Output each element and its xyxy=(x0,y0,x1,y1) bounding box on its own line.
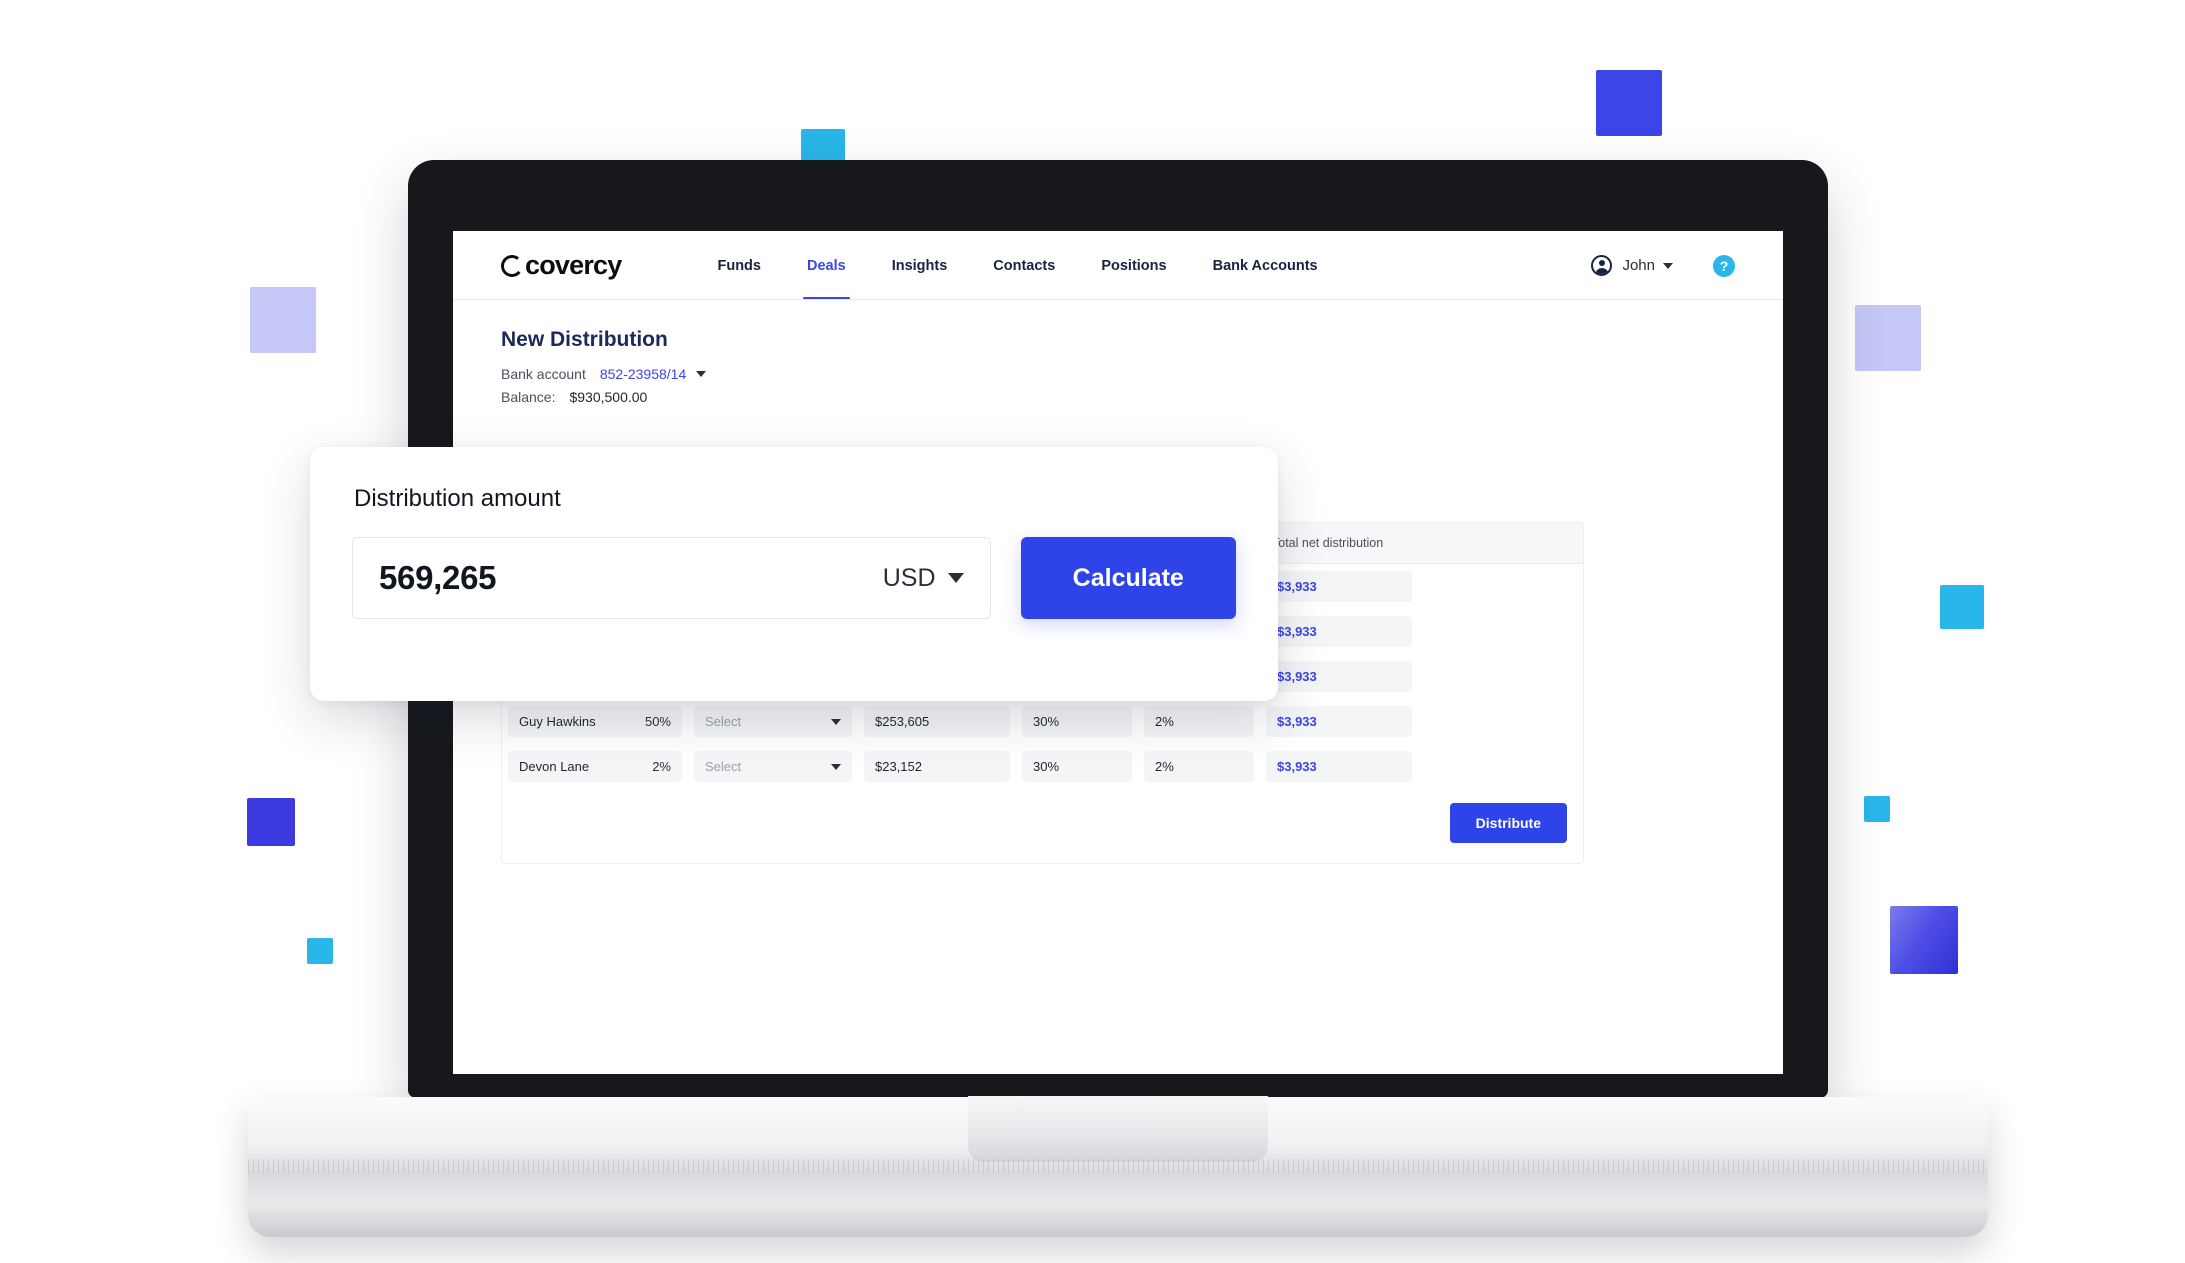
chevron-down-icon xyxy=(947,573,964,583)
currency-value: USD xyxy=(882,563,936,592)
app-header: covercy Funds Deals Insights Contacts Po… xyxy=(453,231,1783,300)
pref-percent-field[interactable]: 30% xyxy=(1022,706,1132,737)
cell-select: Select xyxy=(688,751,858,782)
logo-mark-icon xyxy=(499,253,525,278)
select-value: Select xyxy=(705,759,742,774)
cell-total: $3,933 xyxy=(1260,706,1418,737)
gp-promote-field[interactable]: 2% xyxy=(1144,706,1254,737)
cell-total: $3,933 xyxy=(1260,661,1418,692)
nav-item-bank-accounts[interactable]: Bank Accounts xyxy=(1213,231,1318,300)
laptop-base-notch xyxy=(968,1096,1268,1162)
name-field[interactable]: Devon Lane 2% xyxy=(508,751,682,782)
investor-name: Devon Lane xyxy=(519,759,590,774)
total-value: $3,933 xyxy=(1277,669,1317,684)
amount-field[interactable]: $23,152 xyxy=(864,751,1010,782)
header-right-actions: John ? xyxy=(1591,254,1735,277)
select-value: Select xyxy=(705,714,742,729)
total-value: $3,933 xyxy=(1277,579,1317,594)
page-title: New Distribution xyxy=(501,328,668,351)
chevron-down-icon xyxy=(831,718,841,725)
nav-item-funds[interactable]: Funds xyxy=(717,231,761,300)
total-field: $3,933 xyxy=(1266,661,1412,692)
distribution-amount-modal: Distribution amount 569,265 USD Calculat… xyxy=(310,447,1278,701)
total-field: $3,933 xyxy=(1266,616,1412,647)
currency-dropdown[interactable]: USD xyxy=(883,564,964,593)
help-icon[interactable]: ? xyxy=(1713,254,1735,277)
cell-name: Guy Hawkins 50% xyxy=(502,706,688,737)
bank-account-label: Bank account xyxy=(501,366,586,382)
nav-item-insights[interactable]: Insights xyxy=(892,231,948,300)
covercy-logo[interactable]: covercy xyxy=(499,250,622,281)
table-row: Devon Lane 2% Select $23,152 30% 2% $3,9… xyxy=(502,744,1583,789)
bank-account-value[interactable]: 852-23958/14 xyxy=(600,366,686,382)
pref-percent-value: 30% xyxy=(1033,714,1060,729)
pref-percent-value: 30% xyxy=(1033,759,1060,774)
cell-amount: $253,605 xyxy=(858,706,1016,737)
investor-percent: 2% xyxy=(652,759,671,774)
cell-amount: $23,152 xyxy=(858,751,1016,782)
nav-item-positions[interactable]: Positions xyxy=(1101,231,1166,300)
chevron-down-icon xyxy=(831,763,841,770)
total-field: $3,933 xyxy=(1266,571,1412,602)
cell-total: $3,933 xyxy=(1260,751,1418,782)
calculate-button[interactable]: Calculate xyxy=(1020,537,1236,619)
logo-text: covercy xyxy=(525,250,622,280)
gp-promote-value: 2% xyxy=(1155,759,1174,774)
distribute-button[interactable]: Distribute xyxy=(1449,803,1567,843)
select-dropdown[interactable]: Select xyxy=(694,706,852,737)
balance-row: Balance: $930,500.00 xyxy=(501,389,1735,405)
investor-percent: 50% xyxy=(644,714,671,729)
total-field: $3,933 xyxy=(1266,706,1412,737)
select-dropdown[interactable]: Select xyxy=(694,751,852,782)
laptop-base-lip xyxy=(248,1159,1988,1173)
balance-value: $930,500.00 xyxy=(569,389,648,405)
chevron-down-icon xyxy=(1663,262,1673,269)
amount-input-value: 569,265 xyxy=(379,559,497,596)
table-footer: Distribute xyxy=(502,789,1583,863)
gp-promote-field[interactable]: 2% xyxy=(1144,751,1254,782)
gp-promote-value: 2% xyxy=(1155,714,1174,729)
main-navigation: Funds Deals Insights Contacts Positions … xyxy=(717,231,1363,300)
nav-item-deals[interactable]: Deals xyxy=(803,231,850,300)
avatar-icon xyxy=(1591,255,1613,276)
cell-pref-percent: 30% xyxy=(1016,706,1138,737)
amount-value: $23,152 xyxy=(875,759,922,774)
total-field: $3,933 xyxy=(1266,751,1412,782)
bank-account-row: Bank account 852-23958/14 xyxy=(501,366,1735,382)
bank-account-chevron-down-icon[interactable] xyxy=(696,371,707,377)
table-row: Guy Hawkins 50% Select $253,605 30% 2% $… xyxy=(502,699,1583,744)
user-menu[interactable]: John xyxy=(1591,255,1673,276)
nav-item-contacts[interactable]: Contacts xyxy=(993,231,1055,300)
column-header-total: Total net distribution xyxy=(1272,536,1384,550)
cell-pref-percent: 30% xyxy=(1016,751,1138,782)
total-value: $3,933 xyxy=(1277,759,1317,774)
investor-name: Guy Hawkins xyxy=(519,714,596,729)
cell-name: Devon Lane 2% xyxy=(502,751,688,782)
cell-gp-promote: 2% xyxy=(1138,706,1260,737)
total-value: $3,933 xyxy=(1277,624,1317,639)
cell-total: $3,933 xyxy=(1260,616,1418,647)
cell-select: Select xyxy=(688,706,858,737)
name-field[interactable]: Guy Hawkins 50% xyxy=(508,706,682,737)
balance-label: Balance: xyxy=(501,389,556,405)
distribution-amount-input[interactable]: 569,265 USD xyxy=(352,537,991,619)
amount-field[interactable]: $253,605 xyxy=(864,706,1010,737)
user-name: John xyxy=(1622,257,1655,274)
amount-value: $253,605 xyxy=(875,714,930,729)
cell-total: $3,933 xyxy=(1260,571,1418,602)
pref-percent-field[interactable]: 30% xyxy=(1022,751,1132,782)
modal-input-row: 569,265 USD Calculate xyxy=(352,537,1236,619)
laptop-base xyxy=(248,1096,1988,1237)
modal-title: Distribution amount xyxy=(354,485,561,512)
cell-gp-promote: 2% xyxy=(1138,751,1260,782)
total-value: $3,933 xyxy=(1277,714,1317,729)
